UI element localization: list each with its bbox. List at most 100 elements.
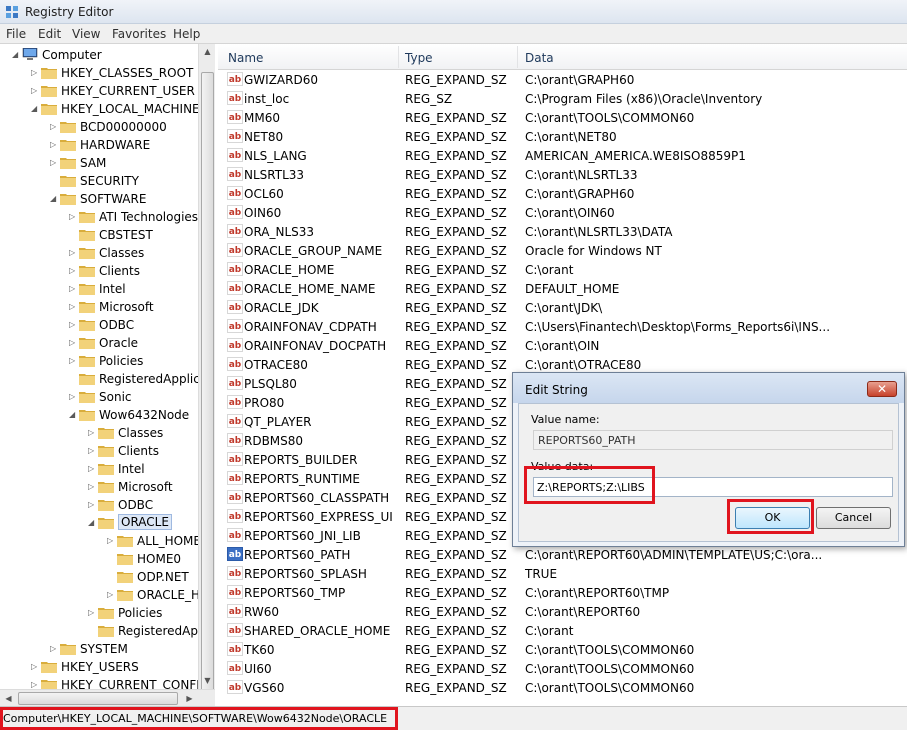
tree-node-label[interactable]: ODBC	[99, 318, 134, 332]
menu-view[interactable]: View	[72, 27, 100, 41]
menu-favorites[interactable]: Favorites	[112, 27, 166, 41]
tree-node-label[interactable]: Sonic	[99, 390, 132, 404]
expand-arrow-icon[interactable]: ▷	[31, 68, 39, 78]
tree-vertical-scrollbar[interactable]: ▲ ▼	[198, 44, 215, 692]
value-row[interactable]: ab UI60 REG_EXPAND_SZ C:\orant\TOOLS\COMMON…	[218, 659, 907, 678]
expand-arrow-icon[interactable]: ▷	[50, 140, 58, 150]
tree-node-label[interactable]: SECURITY	[80, 174, 139, 188]
tree-node[interactable]: ▷ Sonic	[0, 388, 214, 406]
tree-node-label[interactable]: ODP.NET	[137, 570, 189, 584]
tree-node-label[interactable]: ATI Technologies	[99, 210, 198, 224]
collapse-arrow-icon[interactable]: ◢	[50, 194, 58, 204]
tree-node[interactable]: ▷ Intel	[0, 280, 214, 298]
expand-arrow-icon[interactable]: ▷	[107, 590, 115, 600]
column-header-name[interactable]: Name	[228, 51, 263, 65]
tree-node-label[interactable]: ODBC	[118, 498, 153, 512]
value-row[interactable]: ab ORAINFONAV_CDPATH REG_EXPAND_SZ C:\Users…	[218, 317, 907, 336]
column-header-data[interactable]: Data	[525, 51, 554, 65]
tree-node[interactable]: ▷ SYSTEM	[0, 640, 214, 658]
expand-arrow-icon[interactable]: ▷	[69, 320, 77, 330]
tree-node[interactable]: SECURITY	[0, 172, 214, 190]
collapse-arrow-icon[interactable]: ◢	[31, 104, 39, 114]
scroll-thumb[interactable]	[201, 72, 214, 692]
tree-node-label[interactable]: Policies	[118, 606, 162, 620]
collapse-arrow-icon[interactable]: ◢	[69, 410, 77, 420]
tree-node-label[interactable]: Wow6432Node	[99, 408, 189, 422]
tree-node[interactable]: HOME0	[0, 550, 214, 568]
cancel-button[interactable]: Cancel	[816, 507, 891, 529]
tree-node-label[interactable]: HKEY_LOCAL_MACHINE	[61, 102, 200, 116]
tree-node-label[interactable]: ALL_HOME	[137, 534, 201, 548]
expand-arrow-icon[interactable]: ▷	[88, 446, 96, 456]
tree-node-label[interactable]: ORACLE	[118, 514, 172, 530]
tree-node[interactable]: ◢ Computer	[0, 46, 214, 64]
tree-node-label[interactable]: HKEY_CURRENT_USER	[61, 84, 195, 98]
key-tree[interactable]: ◢ Computer ▷ HKEY_CLASSES_ROOT ▷ HKEY_CURRENT…	[0, 44, 215, 706]
expand-arrow-icon[interactable]: ▷	[69, 392, 77, 402]
tree-node-label[interactable]: HARDWARE	[80, 138, 150, 152]
tree-node[interactable]: ▷ Policies	[0, 352, 214, 370]
value-row[interactable]: ab ORACLE_JDK REG_EXPAND_SZ C:\orant\JDK\	[218, 298, 907, 317]
tree-node[interactable]: ▷ Microsoft	[0, 478, 214, 496]
expand-arrow-icon[interactable]: ▷	[88, 500, 96, 510]
tree-node-label[interactable]: SAM	[80, 156, 106, 170]
tree-node-label[interactable]: Clients	[99, 264, 140, 278]
tree-node-label[interactable]: BCD00000000	[80, 120, 167, 134]
tree-node-label[interactable]: SYSTEM	[80, 642, 128, 656]
menu-edit[interactable]: Edit	[38, 27, 61, 41]
expand-arrow-icon[interactable]: ▷	[31, 86, 39, 96]
tree-node[interactable]: RegisteredApp	[0, 622, 214, 640]
expand-arrow-icon[interactable]: ▷	[31, 662, 39, 672]
tree-node[interactable]: ▷ HKEY_CURRENT_USER	[0, 82, 214, 100]
value-row[interactable]: ab MM60 REG_EXPAND_SZ C:\orant\TOOLS\COMMON…	[218, 108, 907, 127]
expand-arrow-icon[interactable]: ▷	[107, 536, 115, 546]
tree-node-label[interactable]: RegisteredApp	[118, 624, 206, 638]
tree-node[interactable]: ◢ ORACLE	[0, 514, 214, 532]
tree-node[interactable]: ▷ ATI Technologies	[0, 208, 214, 226]
scroll-down-icon[interactable]: ▼	[200, 673, 215, 689]
tree-node-label[interactable]: Microsoft	[99, 300, 154, 314]
tree-node[interactable]: ODP.NET	[0, 568, 214, 586]
value-row[interactable]: ab inst_loc REG_SZ C:\Program Files (x86)\O…	[218, 89, 907, 108]
expand-arrow-icon[interactable]: ▷	[88, 482, 96, 492]
scroll-thumb-h[interactable]	[18, 692, 178, 705]
dialog-close-button[interactable]: ✕	[867, 381, 897, 397]
tree-node[interactable]: ▷ Classes	[0, 244, 214, 262]
tree-node[interactable]: ▷ Clients	[0, 442, 214, 460]
expand-arrow-icon[interactable]: ▷	[69, 338, 77, 348]
tree-node[interactable]: ▷ HARDWARE	[0, 136, 214, 154]
expand-arrow-icon[interactable]: ▷	[88, 608, 96, 618]
tree-node-label[interactable]: Intel	[99, 282, 126, 296]
expand-arrow-icon[interactable]: ▷	[69, 266, 77, 276]
collapse-arrow-icon[interactable]: ◢	[88, 518, 96, 528]
value-row[interactable]: ab ORACLE_GROUP_NAME REG_EXPAND_SZ Oracle f…	[218, 241, 907, 260]
tree-node-label[interactable]: SOFTWARE	[80, 192, 146, 206]
tree-node[interactable]: ▷ ODBC	[0, 316, 214, 334]
value-row[interactable]: ab SHARED_ORACLE_HOME REG_EXPAND_SZ C:\oran…	[218, 621, 907, 640]
expand-arrow-icon[interactable]: ▷	[69, 284, 77, 294]
expand-arrow-icon[interactable]: ▷	[69, 356, 77, 366]
scroll-left-icon[interactable]: ◀	[1, 691, 16, 706]
tree-node[interactable]: ▷ Clients	[0, 262, 214, 280]
menu-help[interactable]: Help	[173, 27, 200, 41]
tree-node[interactable]: ▷ SAM	[0, 154, 214, 172]
scroll-right-icon[interactable]: ▶	[182, 691, 197, 706]
value-row[interactable]: ab RW60 REG_EXPAND_SZ C:\orant\REPORT60	[218, 602, 907, 621]
expand-arrow-icon[interactable]: ▷	[88, 428, 96, 438]
menu-file[interactable]: File	[6, 27, 26, 41]
tree-node-label[interactable]: RegisteredApplica	[99, 372, 207, 386]
tree-node[interactable]: ▷ ORACLE_H	[0, 586, 214, 604]
value-row[interactable]: ab TK60 REG_EXPAND_SZ C:\orant\TOOLS\COMMON…	[218, 640, 907, 659]
tree-node-label[interactable]: CBSTEST	[99, 228, 153, 242]
value-row[interactable]: ab NET80 REG_EXPAND_SZ C:\orant\NET80	[218, 127, 907, 146]
tree-node-label[interactable]: ORACLE_H	[137, 588, 200, 602]
tree-node-label[interactable]: Intel	[118, 462, 145, 476]
value-row[interactable]: ab ORA_NLS33 REG_EXPAND_SZ C:\orant\NLSRTL3…	[218, 222, 907, 241]
value-row[interactable]: ab REPORTS60_PATH REG_EXPAND_SZ C:\orant\RE…	[218, 545, 907, 564]
tree-node[interactable]: ◢ Wow6432Node	[0, 406, 214, 424]
tree-node-label[interactable]: Microsoft	[118, 480, 173, 494]
scroll-up-icon[interactable]: ▲	[200, 44, 215, 60]
expand-arrow-icon[interactable]: ▷	[69, 302, 77, 312]
tree-node[interactable]: ▷ Policies	[0, 604, 214, 622]
value-row[interactable]: ab ORAINFONAV_DOCPATH REG_EXPAND_SZ C:\oran…	[218, 336, 907, 355]
